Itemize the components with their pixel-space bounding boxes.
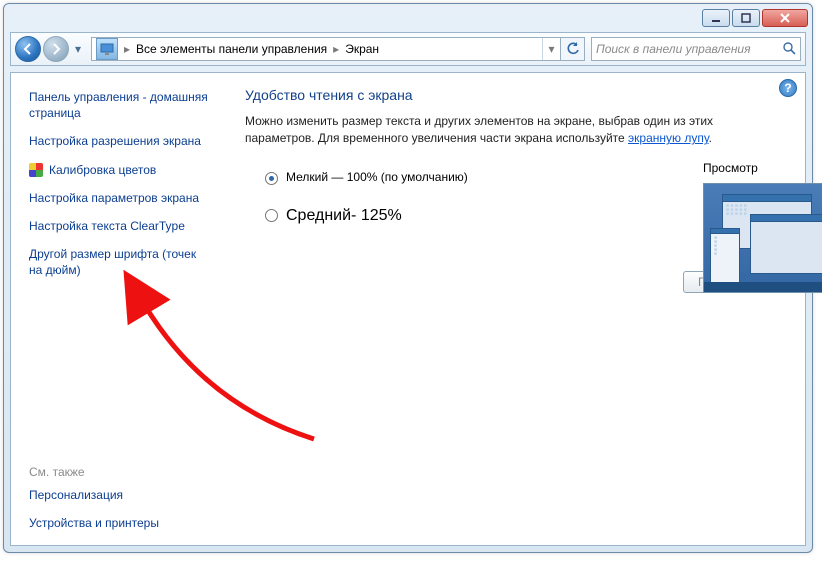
sidebar-item-dpi[interactable]: Другой размер шрифта (точек на дюйм) — [29, 246, 211, 278]
see-also-heading: См. также — [29, 465, 211, 479]
forward-button[interactable] — [43, 36, 69, 62]
toolbar: ▾ ▸ Все элементы панели управления ▸ Экр… — [10, 32, 806, 66]
refresh-button[interactable] — [560, 38, 584, 60]
breadcrumb-dropdown[interactable]: ▾ — [542, 38, 560, 60]
shield-icon — [29, 163, 43, 177]
page-description: Можно изменить размер текста и других эл… — [245, 113, 785, 148]
sidebar-seealso-devices[interactable]: Устройства и принтеры — [29, 515, 211, 531]
sidebar-seealso-personalization[interactable]: Персонализация — [29, 487, 211, 503]
radio-icon — [265, 172, 278, 185]
sidebar: Панель управления - домашняя страница На… — [11, 73, 223, 545]
sidebar-item-color-calibration[interactable]: Калибровка цветов — [29, 162, 211, 178]
radio-icon — [265, 209, 278, 222]
breadcrumb-root[interactable]: Все элементы панели управления — [132, 42, 331, 56]
main-panel: ? Удобство чтения с экрана Можно изменит… — [223, 73, 805, 545]
search-icon — [782, 41, 796, 58]
preview-label: Просмотр — [703, 161, 822, 175]
option-label: Средний- 125% — [286, 207, 402, 225]
sidebar-item-resolution[interactable]: Настройка разрешения экрана — [29, 133, 211, 149]
magnifier-link[interactable]: экранную лупу — [628, 131, 709, 145]
preview-thumbnail: ■ ■ ■ ■ ■■ ■ ■ ■ ■■ ■ ■ ■ ■ ■■■■■ — [703, 183, 822, 293]
sidebar-item-cleartype[interactable]: Настройка текста ClearType — [29, 218, 211, 234]
back-button[interactable] — [15, 36, 41, 62]
page-title: Удобство чтения с экрана — [245, 87, 785, 103]
history-dropdown[interactable]: ▾ — [71, 36, 85, 62]
breadcrumb-leaf[interactable]: Экран — [341, 42, 383, 56]
sidebar-item-display-settings[interactable]: Настройка параметров экрана — [29, 190, 211, 206]
help-icon[interactable]: ? — [779, 79, 797, 97]
address-bar[interactable]: ▸ Все элементы панели управления ▸ Экран… — [91, 37, 585, 61]
close-button[interactable] — [762, 9, 808, 27]
chevron-right-icon: ▸ — [331, 42, 341, 56]
sidebar-item-home[interactable]: Панель управления - домашняя страница — [29, 89, 211, 121]
chevron-right-icon: ▸ — [122, 42, 132, 56]
preview-section: Просмотр ■ ■ ■ ■ ■■ ■ ■ ■ ■■ ■ ■ ■ ■ ■■■… — [703, 161, 822, 293]
search-input[interactable]: Поиск в панели управления — [591, 37, 801, 61]
option-label: Мелкий — 100% (по умолчанию) — [286, 170, 468, 184]
control-panel-window: ▾ ▸ Все элементы панели управления ▸ Экр… — [3, 3, 813, 553]
maximize-button[interactable] — [732, 9, 760, 27]
client-area: Панель управления - домашняя страница На… — [10, 72, 806, 546]
titlebar — [4, 4, 812, 32]
monitor-icon — [96, 38, 118, 60]
search-placeholder: Поиск в панели управления — [596, 42, 751, 56]
minimize-button[interactable] — [702, 9, 730, 27]
